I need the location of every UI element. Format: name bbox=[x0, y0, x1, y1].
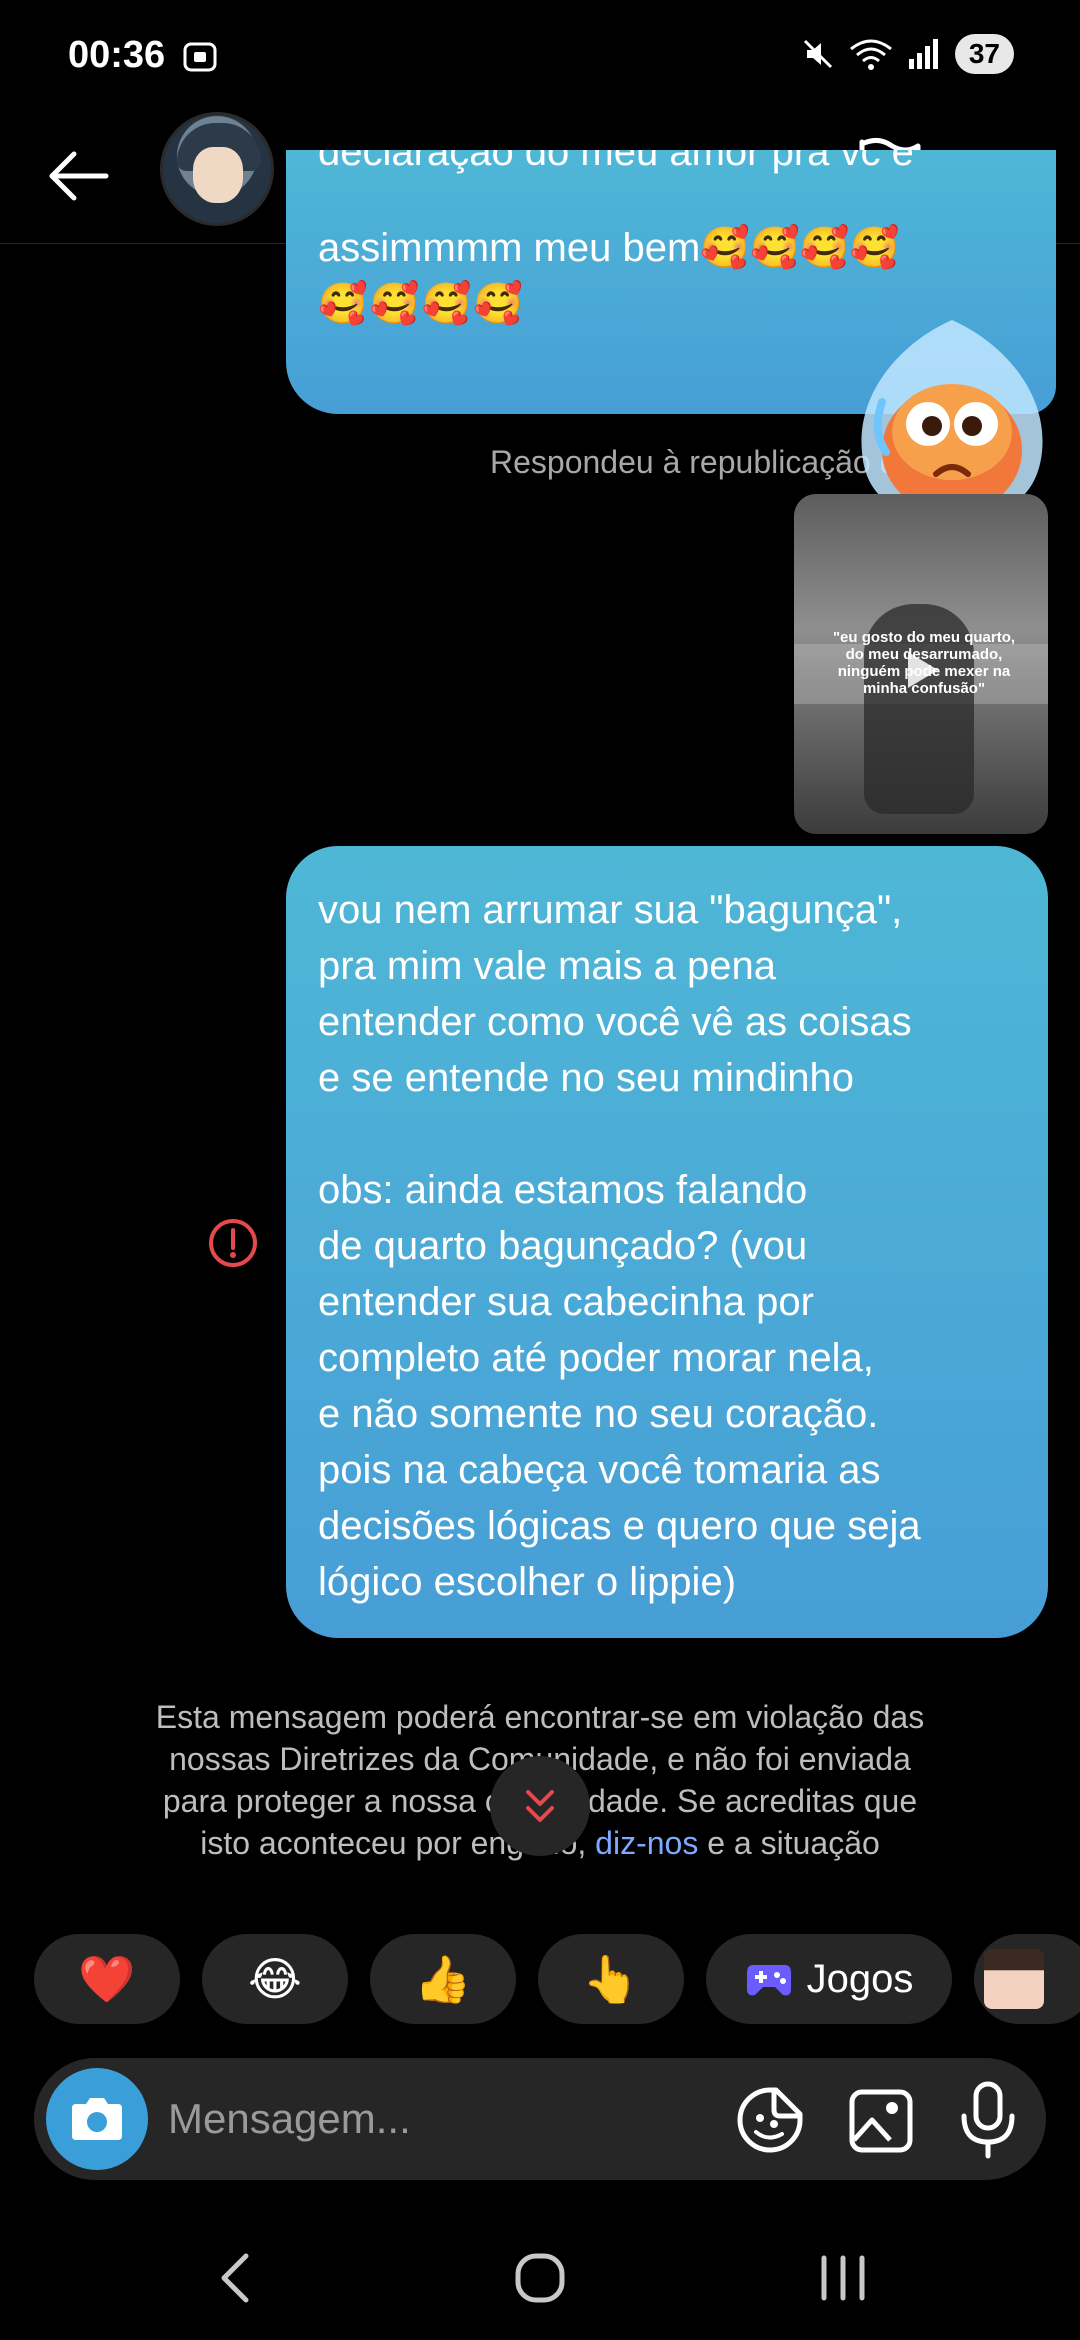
message-composer bbox=[34, 2058, 1046, 2180]
gamepad-icon bbox=[746, 1965, 791, 1996]
gallery-icon[interactable] bbox=[848, 2084, 914, 2156]
status-bar: 00:36 37 bbox=[0, 0, 1080, 118]
reply-thumbnail[interactable]: "eu gosto do meu quarto, do meu desarrum… bbox=[794, 494, 1048, 834]
avatar-sticker-button[interactable] bbox=[974, 1934, 1080, 2024]
reaction-point-button[interactable]: 👆 bbox=[538, 1934, 684, 2024]
sent-message-bubble-main[interactable]: vou nem arrumar sua "bagunça", pra mim v… bbox=[286, 846, 1048, 1638]
play-icon[interactable] bbox=[894, 644, 946, 696]
nav-recents-icon[interactable] bbox=[816, 2252, 870, 2304]
nav-home-icon[interactable] bbox=[514, 2252, 566, 2304]
nav-back-icon[interactable] bbox=[210, 2250, 260, 2306]
error-icon[interactable] bbox=[208, 1218, 258, 1268]
games-label: Jogos bbox=[806, 1956, 914, 2001]
reaction-thumbs-up-button[interactable]: 👍 bbox=[370, 1934, 516, 2024]
system-nav-bar bbox=[0, 2220, 1080, 2340]
scroll-to-bottom-button[interactable] bbox=[490, 1756, 590, 1856]
battery-indicator: 37 bbox=[954, 34, 1014, 74]
sticker-icon[interactable] bbox=[734, 2084, 806, 2156]
message-text: assimmmm meu bem🥰🥰🥰🥰 bbox=[318, 226, 900, 270]
double-chevron-down-icon bbox=[526, 1790, 554, 1822]
status-time: 00:36 bbox=[68, 34, 166, 76]
message-input[interactable] bbox=[168, 2088, 548, 2150]
message-text: vou nem arrumar sua "bagunça", pra mim v… bbox=[318, 888, 921, 1604]
games-button[interactable]: Jogos bbox=[706, 1934, 952, 2024]
status-icons: 37 bbox=[801, 34, 1014, 74]
report-link[interactable]: diz-nos bbox=[595, 1825, 698, 1861]
avatar[interactable] bbox=[160, 112, 274, 226]
wifi-icon bbox=[849, 39, 892, 70]
screen-capture-icon bbox=[183, 42, 217, 72]
quick-reactions: ❤️ 😂 👍 👆 Jogos bbox=[34, 1934, 1080, 2024]
reaction-heart-button[interactable]: ❤️ bbox=[34, 1934, 180, 2024]
camera-icon bbox=[72, 2098, 122, 2140]
camera-button[interactable] bbox=[46, 2068, 148, 2170]
violation-text-end: e a situação bbox=[698, 1825, 880, 1861]
crying-sticker-icon bbox=[861, 320, 1043, 518]
microphone-icon[interactable] bbox=[956, 2080, 1020, 2160]
signal-icon bbox=[908, 39, 938, 69]
mute-icon bbox=[803, 39, 832, 69]
reaction-laugh-button[interactable]: 😂 bbox=[202, 1934, 348, 2024]
back-arrow-icon[interactable] bbox=[42, 140, 114, 212]
message-text-cut: declaração do meu amor pra vc é bbox=[318, 150, 914, 174]
avatar-sticker-icon bbox=[984, 1949, 1044, 2009]
